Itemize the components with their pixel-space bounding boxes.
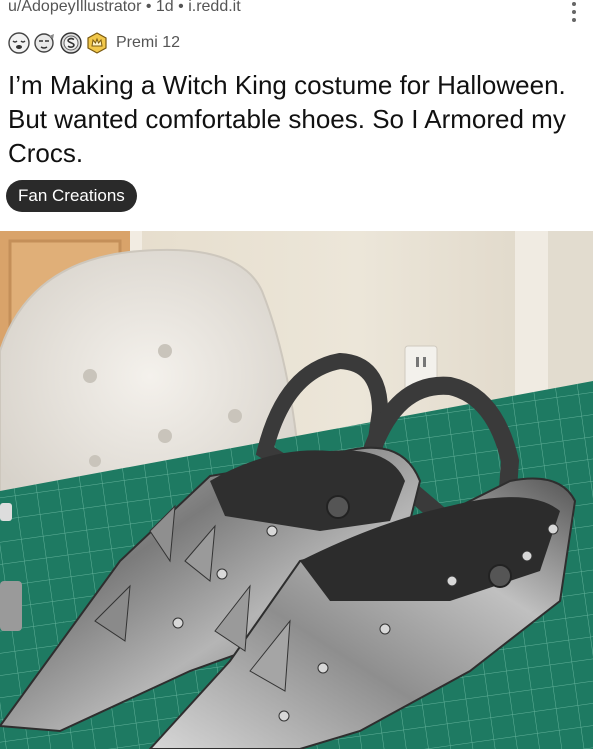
- flair-badge[interactable]: Fan Creations: [6, 180, 137, 212]
- armored-crocs-photo: [0, 231, 593, 749]
- post-image[interactable]: [0, 231, 593, 749]
- gold-crown-icon: [87, 32, 107, 54]
- awards-row[interactable]: Premi 12: [8, 30, 180, 56]
- more-dot-icon: [572, 18, 576, 22]
- post-meta[interactable]: u/AdopeyIllustrator • 1d • i.redd.it: [8, 0, 241, 16]
- more-dot-icon: [572, 10, 576, 14]
- more-options-button[interactable]: [571, 2, 577, 26]
- post-title[interactable]: I’m Making a Witch King costume for Hall…: [8, 68, 583, 170]
- silver-s-coin-icon: [60, 32, 82, 54]
- more-dot-icon: [572, 2, 576, 6]
- sleepy-face-icon: [8, 32, 30, 54]
- award-count-label: Premi 12: [116, 34, 181, 51]
- face-icon: [34, 33, 54, 53]
